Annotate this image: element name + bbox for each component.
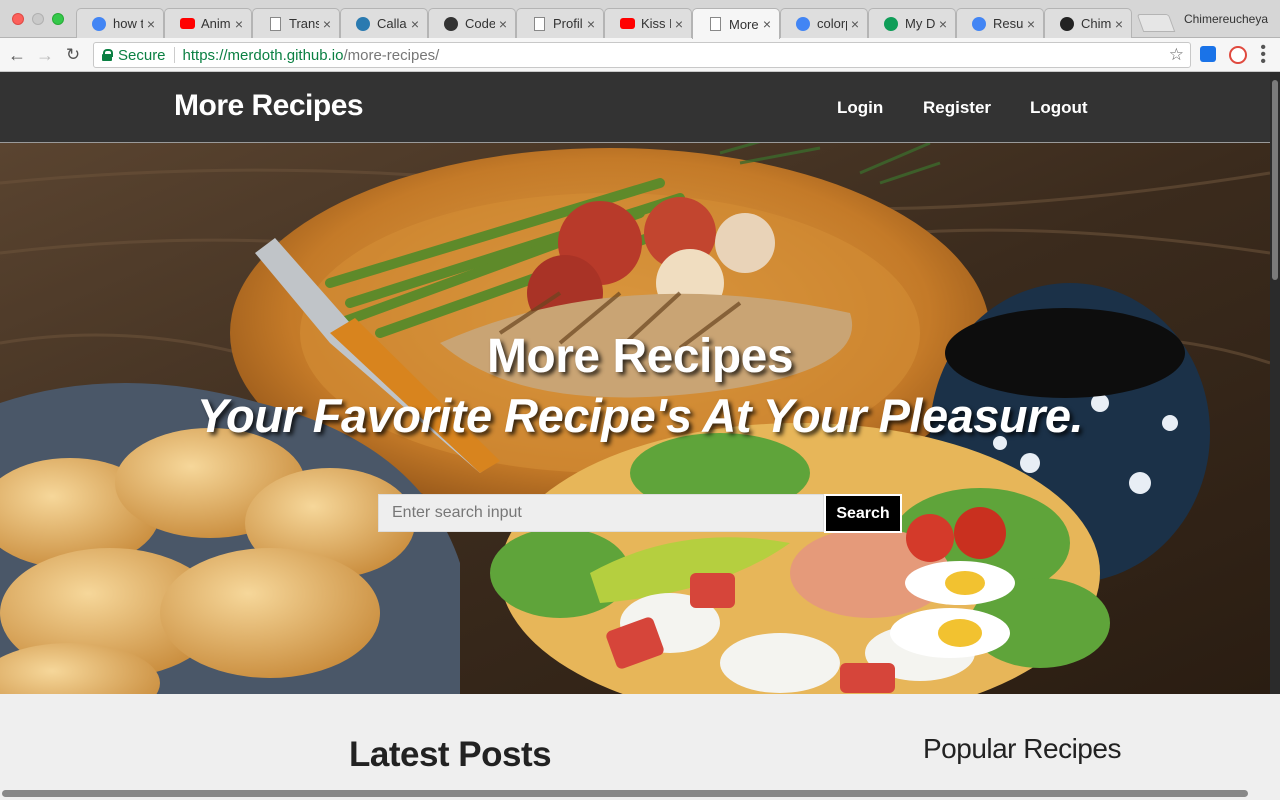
google-icon	[91, 16, 107, 32]
close-tab-icon[interactable]: ×	[939, 16, 947, 32]
tab-title: Anima	[201, 16, 231, 31]
hero-banner: More Recipes Your Favorite Recipe's At Y…	[0, 143, 1270, 694]
search-input[interactable]	[378, 494, 824, 532]
login-link[interactable]: Login	[837, 98, 883, 118]
chime-icon	[1059, 16, 1075, 32]
reload-icon[interactable]: ↻	[62, 44, 84, 66]
tab-title: More R	[729, 16, 759, 32]
close-tab-icon[interactable]: ×	[587, 16, 595, 32]
horizontal-scrollbar[interactable]	[2, 790, 1248, 797]
tab-title: colorp	[817, 16, 847, 31]
browser-menu-icon[interactable]: • • •	[1260, 40, 1266, 70]
divider	[173, 47, 175, 63]
page-icon	[531, 16, 547, 32]
tab-title: Resum	[993, 16, 1023, 31]
close-tab-icon[interactable]: ×	[851, 16, 859, 32]
close-tab-icon[interactable]: ×	[411, 16, 419, 32]
browser-tab[interactable]: Callad ×	[340, 8, 428, 38]
youtube-icon	[179, 16, 195, 32]
close-tab-icon[interactable]: ×	[235, 16, 243, 32]
close-tab-icon[interactable]: ×	[675, 16, 683, 32]
browser-toolbar: ← → ↻ Secure https://merdoth.github.io/m…	[0, 38, 1280, 72]
browser-tab[interactable]: Kiss D ×	[604, 8, 692, 38]
browser-tab[interactable]: how t ×	[76, 8, 164, 38]
youtube-icon	[619, 16, 635, 32]
browser-tab[interactable]: colorp ×	[780, 8, 868, 38]
docs-icon	[971, 16, 987, 32]
browser-tab[interactable]: Anima ×	[164, 8, 252, 38]
browser-tab[interactable]: More R×	[692, 8, 780, 39]
close-tab-icon[interactable]: ×	[499, 16, 507, 32]
vertical-scrollbar[interactable]	[1270, 72, 1280, 694]
url-path: /more-recipes/	[343, 46, 440, 64]
page-icon	[707, 16, 723, 32]
latest-posts-heading: Latest Posts	[349, 735, 552, 774]
lock-icon	[102, 49, 113, 61]
block-extension-icon[interactable]	[1229, 46, 1247, 64]
site-navbar: More Recipes Login Register Logout	[0, 72, 1280, 143]
logout-link[interactable]: Logout	[1030, 98, 1088, 118]
tab-title: Profile	[553, 16, 583, 31]
browser-tab-strip: how t×Anima×Trans×Callad×CodeP×Profile×K…	[0, 0, 1280, 39]
minimize-window-button[interactable]	[32, 13, 44, 25]
close-window-button[interactable]	[12, 13, 24, 25]
maximize-window-button[interactable]	[52, 13, 64, 25]
back-arrow-icon[interactable]: ←	[6, 44, 28, 66]
tab-title: My Dr	[905, 16, 935, 31]
new-tab-button[interactable]	[1136, 14, 1176, 32]
site-brand[interactable]: More Recipes	[174, 89, 364, 123]
page-icon	[267, 16, 283, 32]
tab-list: how t×Anima×Trans×Callad×CodeP×Profile×K…	[76, 8, 1132, 39]
bookmark-star-icon[interactable]: ☆	[1169, 45, 1184, 65]
register-link[interactable]: Register	[923, 98, 991, 118]
tab-title: CodeP	[465, 16, 495, 31]
address-bar[interactable]: Secure https://merdoth.github.io/more-re…	[93, 42, 1191, 68]
browser-tab[interactable]: Profile ×	[516, 8, 604, 38]
hero-title: More Recipes	[486, 330, 794, 383]
profile-name[interactable]: Chimereucheya	[1184, 12, 1268, 26]
close-tab-icon[interactable]: ×	[323, 16, 331, 32]
close-tab-icon[interactable]: ×	[1027, 16, 1035, 32]
google-icon	[795, 16, 811, 32]
extension-icon[interactable]	[1200, 46, 1216, 62]
tab-title: Callad	[377, 16, 407, 31]
url-host: https://merdoth.github.io	[182, 46, 344, 64]
browser-tab[interactable]: Resum ×	[956, 8, 1044, 38]
codepen-icon	[443, 16, 459, 32]
browser-tab[interactable]: Chime ×	[1044, 8, 1132, 38]
hero-subtitle: Your Favorite Recipe's At Your Pleasure.	[196, 389, 1084, 442]
forward-arrow-icon[interactable]: →	[34, 44, 56, 66]
tab-title: Trans	[289, 16, 319, 31]
browser-tab[interactable]: My Dr ×	[868, 8, 956, 38]
popular-recipes-heading: Popular Recipes	[923, 733, 1121, 764]
tab-title: Kiss D	[641, 16, 671, 31]
callad-icon	[355, 16, 371, 32]
close-tab-icon[interactable]: ×	[147, 16, 155, 32]
browser-tab[interactable]: CodeP ×	[428, 8, 516, 38]
close-tab-icon[interactable]: ×	[1115, 16, 1123, 32]
secure-label: Secure	[118, 46, 166, 64]
tab-title: how t	[113, 16, 143, 31]
search-button[interactable]: Search	[824, 494, 902, 533]
tab-title: Chime	[1081, 16, 1111, 31]
drive-icon	[883, 16, 899, 32]
close-tab-icon[interactable]: ×	[763, 16, 771, 32]
scrollbar-thumb[interactable]	[1272, 80, 1278, 280]
browser-tab[interactable]: Trans ×	[252, 8, 340, 38]
